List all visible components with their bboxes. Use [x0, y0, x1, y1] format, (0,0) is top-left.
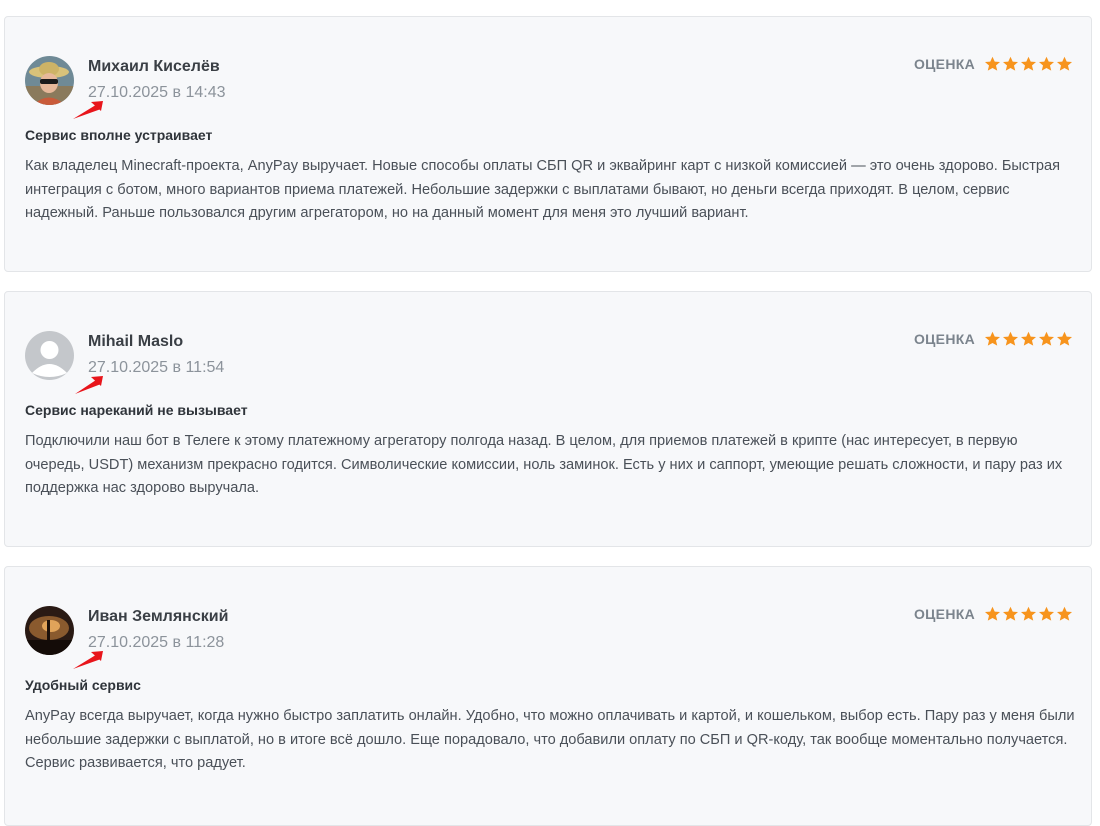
- star-icon: [984, 56, 1001, 71]
- rating: ОЦЕНКА: [914, 331, 1073, 347]
- star-icon: [1056, 331, 1073, 346]
- star-icon: [1056, 606, 1073, 621]
- star-icon: [1002, 56, 1019, 71]
- review-text: AnyPay всегда выручает, когда нужно быст…: [25, 708, 1075, 771]
- review-card: Mihail Maslo 27.10.2025 в 11:54 ОЦЕНКА С…: [4, 291, 1092, 547]
- rating-label: ОЦЕНКА: [913, 606, 975, 622]
- red-arrow-icon: [73, 101, 103, 119]
- review-date: 27.10.2025 в 14:43: [88, 84, 226, 101]
- star-icon: [1056, 56, 1073, 71]
- star-icon: [1020, 56, 1037, 71]
- review-text: Подключили наш бот в Телеге к этому плат…: [25, 433, 1063, 496]
- user-avatar-photo[interactable]: [25, 56, 74, 105]
- star-rating: [984, 331, 1073, 347]
- star-icon: [1038, 606, 1055, 621]
- star-icon: [984, 331, 1001, 346]
- red-arrow-icon: [75, 376, 103, 394]
- red-arrow-icon: [73, 651, 103, 669]
- star-rating: [984, 56, 1073, 72]
- review-title: Сервис вполне устраивает: [25, 127, 213, 143]
- author-name: Иван Землянский: [88, 608, 229, 625]
- rating-label: ОЦЕНКА: [913, 331, 975, 347]
- review-title: Удобный сервис: [25, 677, 141, 693]
- star-rating: [984, 606, 1073, 622]
- author-name: Mihail Maslo: [88, 333, 184, 350]
- default-avatar-icon[interactable]: [25, 331, 74, 380]
- star-icon: [1020, 331, 1037, 346]
- review-card: Михаил Киселёв 27.10.2025 в 14:43 ОЦЕНКА…: [4, 16, 1092, 272]
- review-title: Сервис нареканий не вызывает: [25, 402, 248, 418]
- rating: ОЦЕНКА: [914, 56, 1073, 72]
- review-date: 27.10.2025 в 11:54: [88, 359, 225, 376]
- rating: ОЦЕНКА: [914, 606, 1073, 622]
- review-date: 27.10.2025 в 11:28: [88, 634, 225, 651]
- star-icon: [1038, 331, 1055, 346]
- star-icon: [1002, 331, 1019, 346]
- user-avatar-photo[interactable]: [25, 606, 74, 655]
- star-icon: [1020, 606, 1037, 621]
- review-card: Иван Землянский 27.10.2025 в 11:28 ОЦЕНК…: [4, 566, 1092, 826]
- star-icon: [1002, 606, 1019, 621]
- star-icon: [1038, 56, 1055, 71]
- author-name: Михаил Киселёв: [88, 58, 220, 75]
- rating-label: ОЦЕНКА: [913, 56, 975, 72]
- review-text: Как владелец Minecraft-проекта, AnyPay в…: [25, 158, 1061, 221]
- star-icon: [984, 606, 1001, 621]
